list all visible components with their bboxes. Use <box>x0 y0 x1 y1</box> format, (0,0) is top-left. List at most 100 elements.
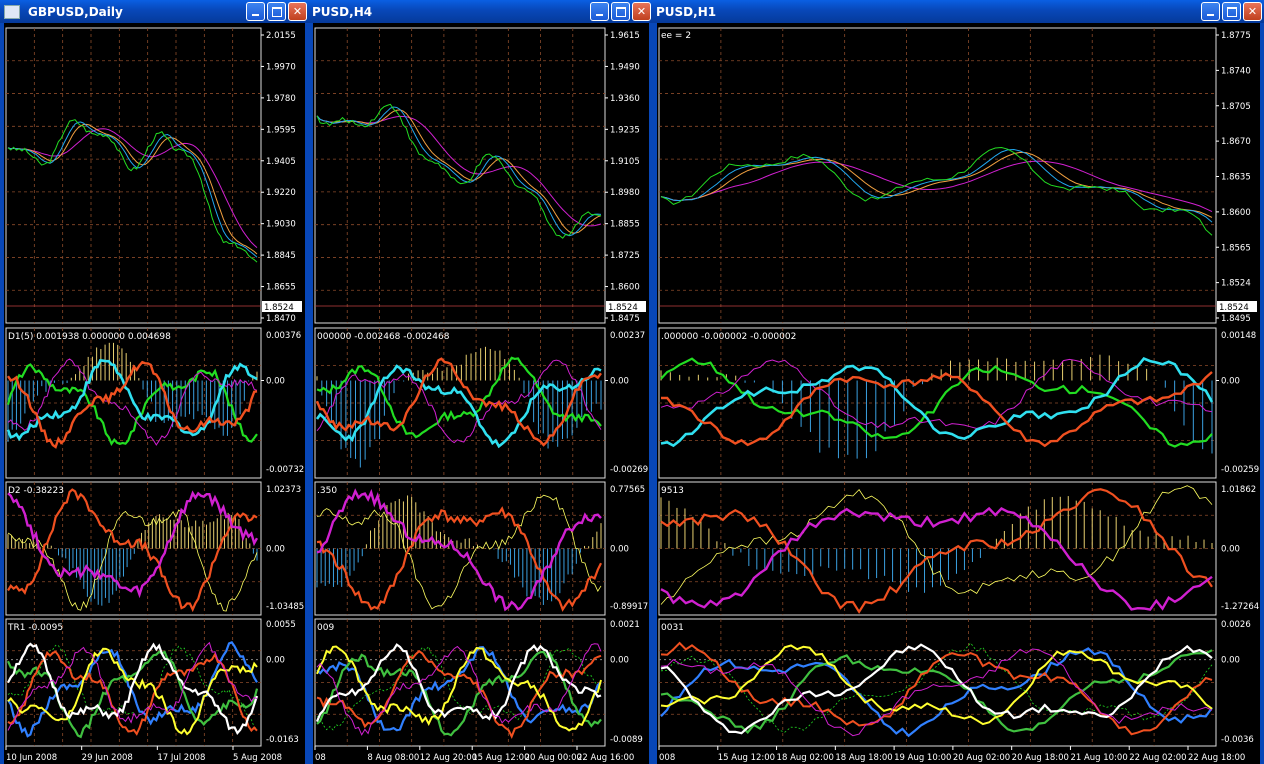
price-axis-label: 1.8495 <box>1221 314 1251 324</box>
d1-axis-zero: 0.00 <box>266 377 285 387</box>
d1-axis-min: -0.00259 <box>1221 465 1259 475</box>
d2-indicator-label: 9513 <box>661 486 684 496</box>
price-axis-label: 1.9615 <box>610 31 640 41</box>
price-axis-label: 1.8635 <box>1221 173 1251 183</box>
window-title: PUSD,H1 <box>656 4 717 19</box>
d2-axis-zero: 0.00 <box>266 545 285 555</box>
tr-axis-min: -0.0163 <box>266 735 299 745</box>
tr-axis-max: 0.0055 <box>266 620 296 630</box>
time-axis-label: 18 Aug 02:00 <box>777 753 834 763</box>
time-axis-label: 12 Aug 20:00 <box>420 753 477 763</box>
time-axis-label: 20 Aug 18:00 <box>1012 753 1069 763</box>
tr-axis-max: 0.0021 <box>610 620 640 630</box>
window-titlebar[interactable]: PUSD,H1 ✕ <box>653 0 1264 23</box>
maximize-icon <box>1226 6 1237 17</box>
tr-indicator-label: TR1 -0.0095 <box>7 623 63 633</box>
close-button[interactable]: ✕ <box>1243 2 1262 21</box>
price-axis-label: 1.9595 <box>266 125 296 135</box>
price-axis-label: 1.9235 <box>610 125 640 135</box>
minimize-icon <box>1207 14 1214 16</box>
window-title: GBPUSD,Daily <box>28 4 123 19</box>
window-title: PUSD,H4 <box>312 4 373 19</box>
maximize-button[interactable] <box>1222 2 1241 21</box>
d1-axis-max: 0.00376 <box>266 331 301 341</box>
d1-axis-zero: 0.00 <box>610 377 629 387</box>
minimize-button[interactable] <box>590 2 609 21</box>
maximize-button[interactable] <box>267 2 286 21</box>
chart-area[interactable]: 1.9615 1.9490 1.9360 1.9235 1.9105 1.8980 1.88… <box>313 23 649 764</box>
price-axis-label: 1.9780 <box>266 94 296 104</box>
time-axis-label: 20 Aug 00:00 <box>525 753 582 763</box>
price-axis-label: 1.8670 <box>1221 137 1251 147</box>
chart-window-h4[interactable]: PUSD,H4 ✕ 1.9615 1.9490 1.9360 1.9235 1.9105… <box>309 0 653 764</box>
time-axis-label: 10 Jun 2008 <box>6 753 57 763</box>
time-axis-label: 08 <box>315 753 326 763</box>
d2-axis-min: -0.89917 <box>610 602 648 612</box>
current-price-value: 1.8524 <box>608 303 638 313</box>
d2-axis-min: -1.27264 <box>1221 602 1259 612</box>
tr-axis-zero: 0.00 <box>266 656 285 666</box>
minimize-button[interactable] <box>246 2 265 21</box>
d1-axis-max: 0.00237 <box>610 331 645 341</box>
time-axis-label: 20 Aug 02:00 <box>953 753 1010 763</box>
time-axis-label: 15 Aug 12:00 <box>472 753 529 763</box>
close-icon: ✕ <box>1247 5 1258 18</box>
tr-axis-zero: 0.00 <box>1221 656 1240 666</box>
price-axis-label: 1.8565 <box>1221 243 1251 253</box>
chart-window-h1[interactable]: PUSD,H1 ✕ 1.8775 1.8740 1.8705 1.8670 1.8635… <box>653 0 1264 764</box>
price-axis-label: 1.9970 <box>266 62 296 72</box>
close-button[interactable]: ✕ <box>288 2 307 21</box>
maximize-icon <box>271 6 282 17</box>
d2-indicator-label: .350 <box>317 486 337 496</box>
tr-indicator-label: 0031 <box>661 623 684 633</box>
window-titlebar[interactable]: GBPUSD,Daily ✕ <box>0 0 309 23</box>
time-axis-label: 8 Aug 08:00 <box>367 753 419 763</box>
price-panel-label: ee = 2 <box>661 31 691 41</box>
price-panel <box>314 27 606 324</box>
close-icon: ✕ <box>292 5 303 18</box>
minimize-icon <box>252 14 259 16</box>
maximize-button[interactable] <box>611 2 630 21</box>
d1-axis-max: 0.00148 <box>1221 331 1256 341</box>
price-axis-label: 1.8980 <box>610 188 640 198</box>
time-axis-label: 17 Jul 2008 <box>157 753 205 763</box>
price-panel <box>658 27 1217 324</box>
maximize-icon <box>615 6 626 17</box>
price-axis-label: 1.8855 <box>610 220 640 230</box>
current-price-value: 1.8524 <box>264 303 294 313</box>
d2-axis-max: 1.01862 <box>1221 485 1256 495</box>
price-axis-label: 1.9030 <box>266 220 296 230</box>
d2-axis-max: 0.77565 <box>610 485 645 495</box>
tr-axis-min: -0.0089 <box>610 735 643 745</box>
time-axis-label: 19 Aug 10:00 <box>894 753 951 763</box>
time-axis-label: 18 Aug 18:00 <box>835 753 892 763</box>
d2-axis-min: -1.03485 <box>266 602 304 612</box>
window-titlebar[interactable]: PUSD,H4 ✕ <box>309 0 653 23</box>
tr-axis-min: -0.0036 <box>1221 735 1254 745</box>
d1-axis-zero: 0.00 <box>1221 377 1240 387</box>
d1-indicator-label: .000000 -0.000002 -0.000002 <box>661 332 796 342</box>
d1-axis-min: -0.00732 <box>266 465 304 475</box>
price-axis-label: 1.8524 <box>1221 279 1251 289</box>
time-axis-label: 22 Aug 16:00 <box>577 753 634 763</box>
time-axis-label: 29 Jun 2008 <box>82 753 133 763</box>
chart-window-daily[interactable]: GBPUSD,Daily ✕ 2.0155 1.9970 1.9780 1.9595 1… <box>0 0 309 764</box>
d2-axis-zero: 0.00 <box>1221 545 1240 555</box>
price-axis-label: 1.9360 <box>610 94 640 104</box>
minimize-icon <box>596 14 603 16</box>
chart-area[interactable]: 2.0155 1.9970 1.9780 1.9595 1.9405 1.9220 1.90… <box>4 23 305 764</box>
price-axis-label: 1.8775 <box>1221 31 1251 41</box>
time-axis-label: 5 Aug 2008 <box>233 753 282 763</box>
time-axis-label: 008 <box>659 753 675 763</box>
price-axis-label: 1.9405 <box>266 157 296 167</box>
minimize-button[interactable] <box>1201 2 1220 21</box>
price-axis-label: 1.8600 <box>1221 208 1251 218</box>
window-frame-right <box>1260 23 1264 764</box>
current-price-value: 1.8524 <box>1219 303 1249 313</box>
price-axis-label: 1.8470 <box>266 314 296 324</box>
close-button[interactable]: ✕ <box>632 2 651 21</box>
d2-axis-max: 1.02373 <box>266 485 301 495</box>
price-axis-label: 1.9220 <box>266 188 296 198</box>
price-panel <box>5 27 262 324</box>
chart-area[interactable]: 1.8775 1.8740 1.8705 1.8670 1.8635 1.8600 1.85… <box>657 23 1260 764</box>
